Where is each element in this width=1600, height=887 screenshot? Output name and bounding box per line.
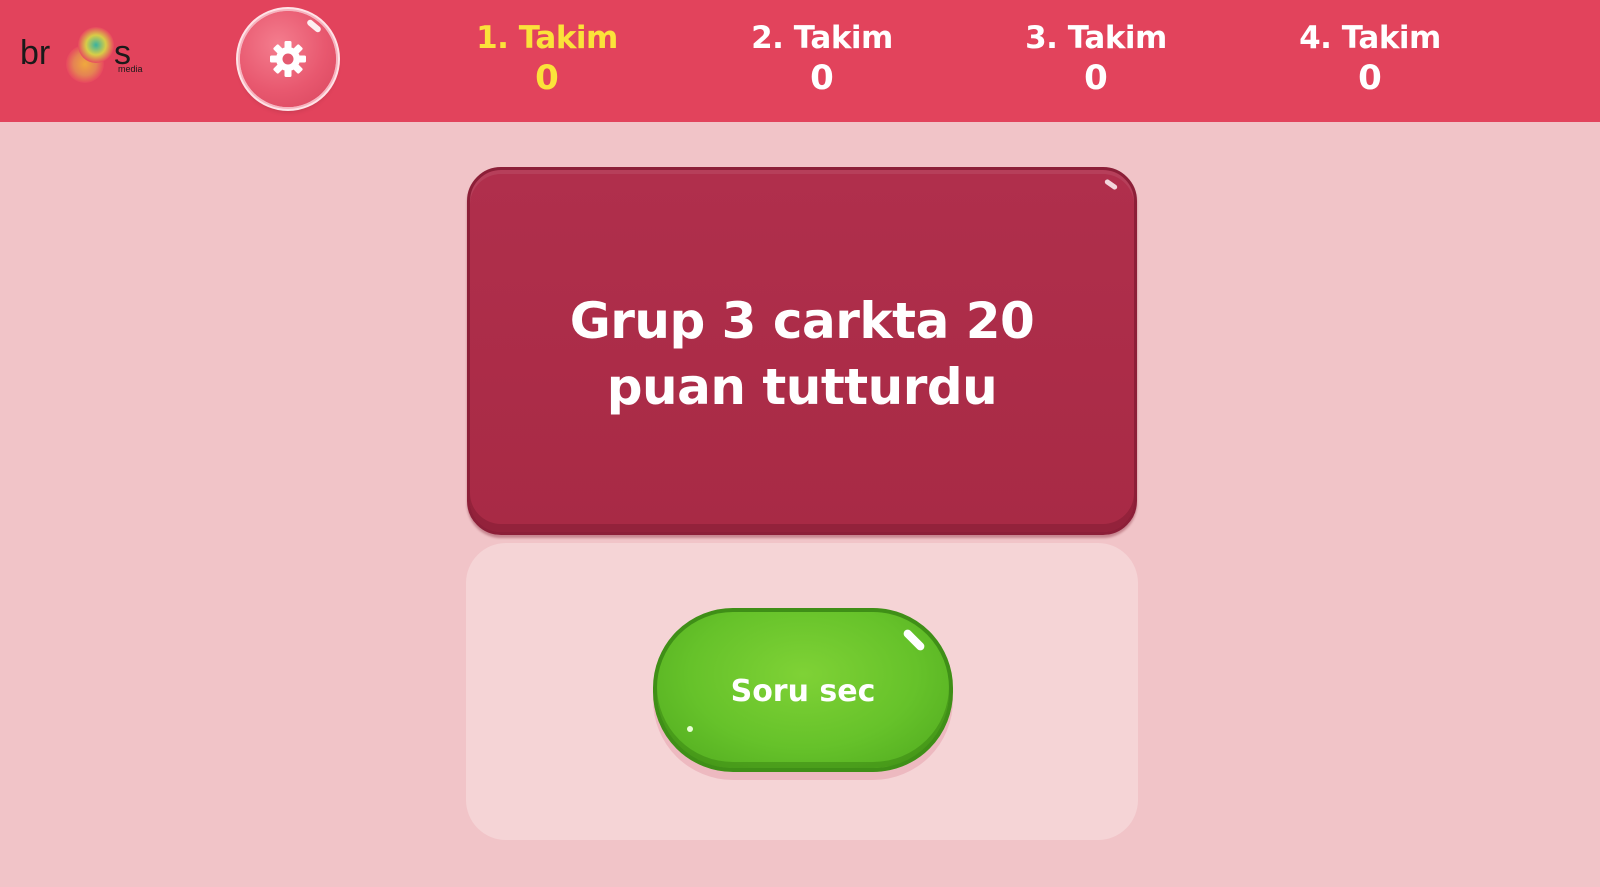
gear-icon <box>270 41 306 77</box>
select-question-label: Soru sec <box>730 674 876 709</box>
button-highlight-dot <box>687 726 693 732</box>
team-score: 0 <box>1358 58 1382 98</box>
team-name: 1. Takim <box>476 20 618 56</box>
team-name: 3. Takim <box>1025 20 1167 56</box>
team-name: 2. Takim <box>751 20 893 56</box>
team-name: 4. Takim <box>1299 20 1441 56</box>
select-question-button[interactable]: Soru sec <box>653 608 953 772</box>
team-score: 0 <box>1084 58 1108 98</box>
team-2-score-panel: 2. Takim 0 <box>722 18 922 98</box>
team-4-score-panel: 4. Takim 0 <box>1270 18 1470 98</box>
team-score: 0 <box>810 58 834 98</box>
team-1-score-panel: 1. Takim 0 <box>447 18 647 98</box>
team-3-score-panel: 3. Takim 0 <box>996 18 1196 98</box>
button-shine <box>901 627 927 653</box>
card-shine <box>1103 178 1119 191</box>
result-message: Grup 3 carkta 20 puan tutturdu <box>569 292 1035 416</box>
svg-text:media: media <box>118 64 143 74</box>
svg-text:br: br <box>20 34 50 72</box>
header-bar: br s media 1. Takim 0 2. Takim 0 3. Taki… <box>0 0 1600 122</box>
button-shine <box>305 18 323 34</box>
message-card: Grup 3 carkta 20 puan tutturdu <box>467 167 1137 535</box>
bros-media-logo: br s media <box>18 24 148 90</box>
team-score: 0 <box>535 58 559 98</box>
settings-button[interactable] <box>240 11 336 107</box>
